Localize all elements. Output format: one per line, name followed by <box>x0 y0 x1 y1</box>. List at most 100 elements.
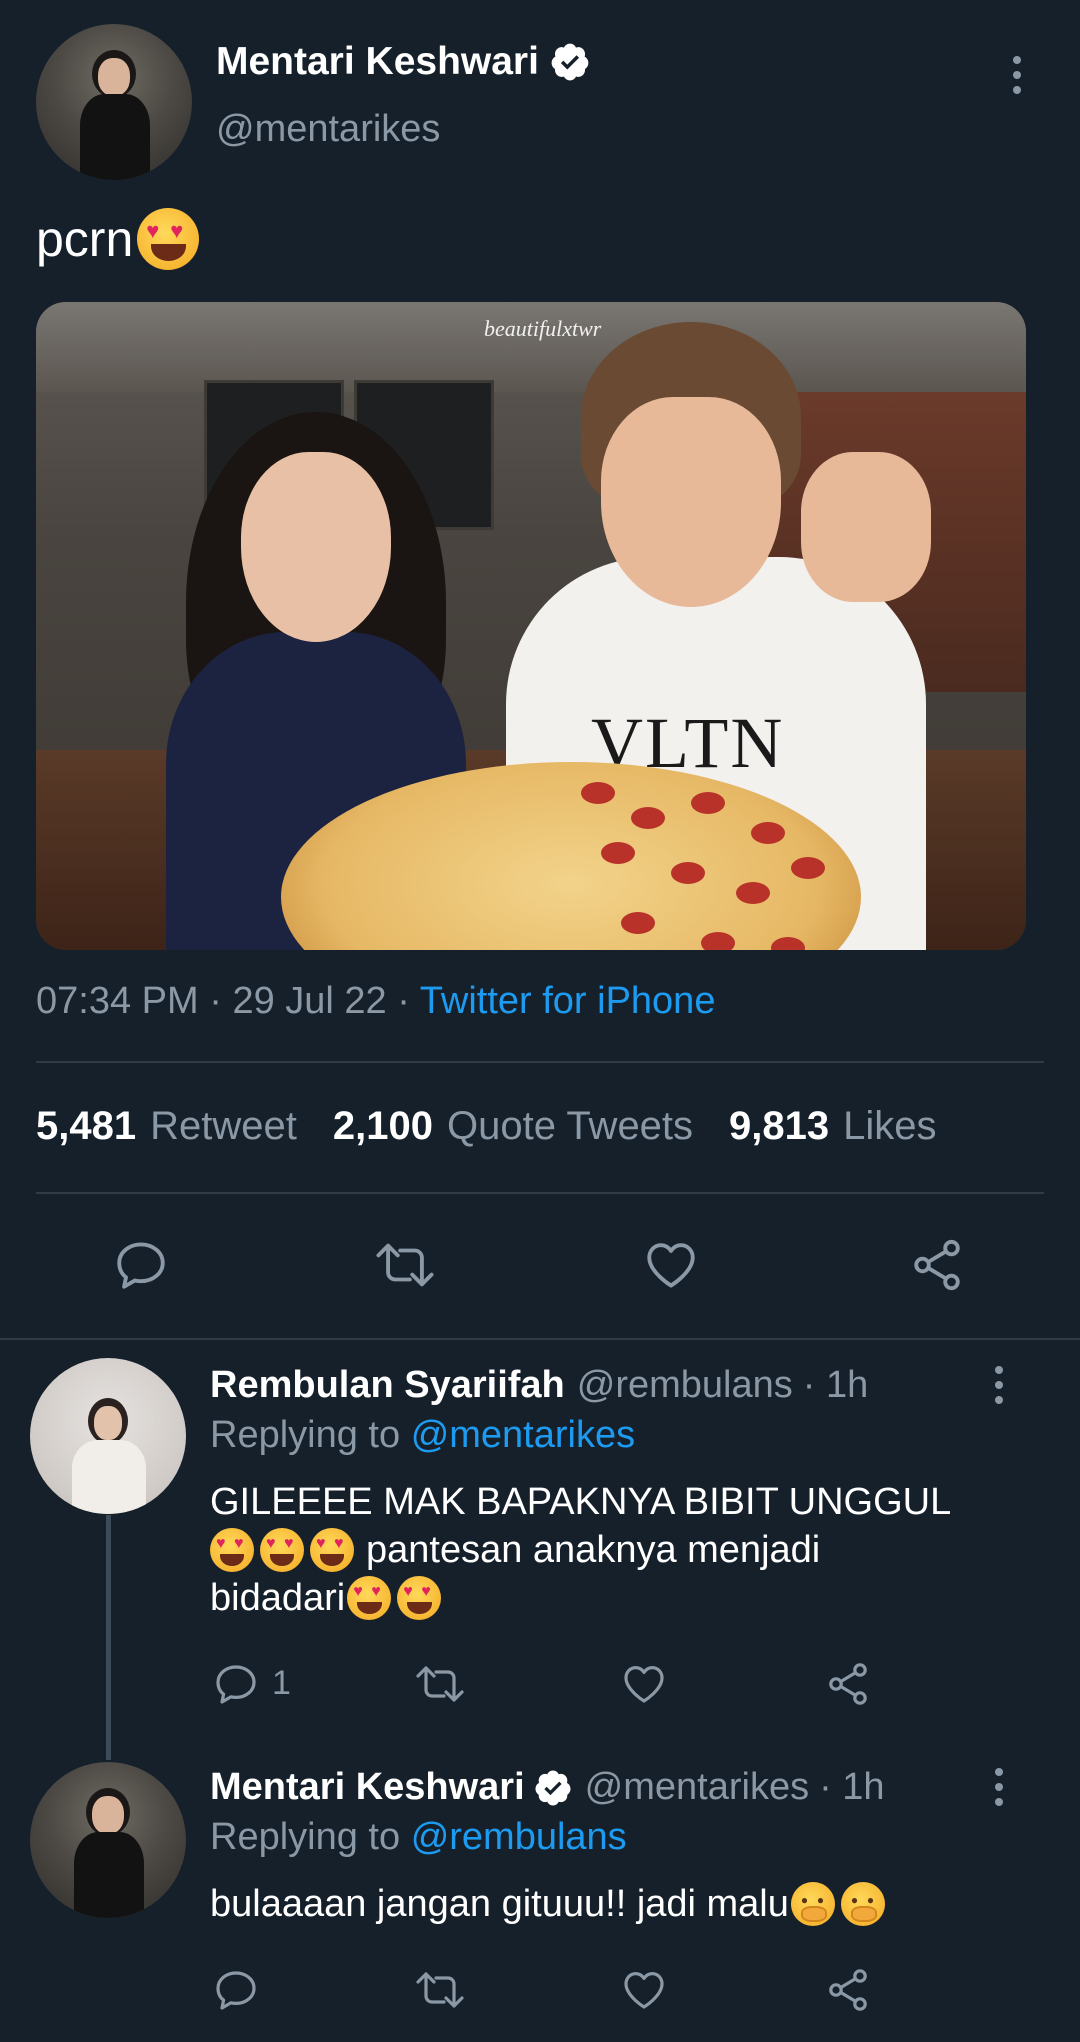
face-with-hand-over-mouth-emoji-icon: ● ● <box>790 1882 835 1926</box>
retweets-stat[interactable]: 5,481 Retweet <box>36 1104 297 1149</box>
reply-icon <box>117 1242 165 1289</box>
reply-text-line: bidadari ♥ ♥ ♥ ♥ <box>210 1574 1010 1622</box>
tweet-meta: 07:34 PM · 29 Jul 22 · Twitter for iPhon… <box>36 980 715 1023</box>
reply-button[interactable] <box>112 1236 170 1294</box>
reply-icon <box>216 1971 256 2010</box>
tweet-text: pcrn ♥ ♥ <box>36 208 200 270</box>
reply-text: bulaaaan jangan gituuu!! jadi malu ● ● ●… <box>210 1880 1010 1928</box>
share-button[interactable] <box>824 1660 872 1708</box>
retweet-icon <box>376 1243 434 1287</box>
like-icon <box>647 1243 695 1288</box>
replying-to: Replying to @rembulans <box>210 1816 627 1859</box>
reply-author-name[interactable]: Mentari Keshwari <box>210 1766 525 1809</box>
quotes-label: Quote Tweets <box>446 1104 694 1148</box>
more-options-button[interactable] <box>1002 50 1032 100</box>
share-icon <box>914 1239 960 1291</box>
reply-button[interactable] <box>212 1966 260 2014</box>
replying-to-prefix: Replying to <box>210 1816 401 1858</box>
reply-more-options-button[interactable] <box>984 1360 1014 1410</box>
reply-author-handle[interactable]: @mentarikes <box>585 1766 809 1809</box>
tweet-source-link[interactable]: Twitter for iPhone <box>420 980 716 1022</box>
reply-more-options-button[interactable] <box>984 1762 1014 1812</box>
reply-author-avatar[interactable] <box>30 1762 186 1918</box>
verified-badge-icon <box>535 1770 571 1805</box>
retweet-button[interactable] <box>372 1236 438 1294</box>
like-icon <box>624 1972 664 2009</box>
retweet-icon <box>416 1972 464 2008</box>
replying-to-mention[interactable]: @mentarikes <box>411 1414 635 1456</box>
tweet-time: 07:34 PM <box>36 980 199 1022</box>
photo-person-hand <box>801 452 931 602</box>
verified-badge-icon <box>551 43 589 81</box>
reply-text-line: GILEEEE MAK BAPAKNYA BIBIT UNGGUL <box>210 1481 952 1523</box>
share-icon <box>829 1663 867 1705</box>
tweet-photo[interactable]: VLTN beautifulxtwr <box>36 302 1026 950</box>
dot-icon <box>995 1798 1003 1806</box>
reply-icon <box>216 1665 256 1704</box>
reply-text-segment: pantesan anaknya menjadi <box>366 1529 821 1571</box>
dot-icon <box>995 1768 1003 1776</box>
retweet-button[interactable] <box>412 1660 468 1708</box>
dot-icon <box>995 1783 1003 1791</box>
likes-stat[interactable]: 9,813 Likes <box>729 1104 937 1149</box>
thread-line <box>106 1515 111 1760</box>
quotes-count: 2,100 <box>332 1104 433 1148</box>
meta-separator: · <box>209 980 222 1022</box>
reply-button[interactable] <box>212 1660 260 1708</box>
reply-text-line: ♥ ♥ ♥ ♥ ♥ ♥ pantesan anaknya menjadi <box>210 1526 1010 1574</box>
heart-eyes-emoji-icon: ♥ ♥ <box>347 1576 392 1620</box>
reply-count: 1 <box>272 1664 291 1702</box>
heart-eyes-emoji-icon: ♥ ♥ <box>397 1576 442 1620</box>
reply-header: Mentari Keshwari @mentarikes · 1h <box>210 1766 885 1809</box>
reply-time: · 1h <box>819 1766 885 1808</box>
meta-separator: · <box>397 980 410 1022</box>
share-button[interactable] <box>908 1236 966 1294</box>
likes-count: 9,813 <box>729 1104 830 1148</box>
retweets-label: Retweet <box>150 1104 297 1148</box>
photo-person-face <box>241 452 391 642</box>
share-button[interactable] <box>824 1966 872 2014</box>
dot-icon <box>1013 86 1021 94</box>
tweet-date: 29 Jul 22 <box>232 980 387 1022</box>
reply-text-segment: bidadari <box>210 1577 346 1619</box>
heart-eyes-emoji-icon: ♥ ♥ <box>310 1528 354 1572</box>
share-icon <box>829 1969 867 2011</box>
tweet-detail-screen: Mentari Keshwari @mentarikes pcrn ♥ ♥ VL… <box>0 0 1080 2042</box>
reply-text: GILEEEE MAK BAPAKNYA BIBIT UNGGUL ♥ ♥ ♥ ♥ … <box>210 1478 1010 1622</box>
reply-author-avatar[interactable] <box>30 1358 186 1514</box>
like-button[interactable] <box>642 1236 700 1294</box>
retweets-count: 5,481 <box>36 1104 137 1148</box>
photo-person-face <box>601 397 781 607</box>
author-handle[interactable]: @mentarikes <box>216 108 440 151</box>
author-avatar[interactable] <box>36 24 192 180</box>
divider <box>36 1192 1044 1194</box>
dot-icon <box>1013 56 1021 64</box>
like-icon <box>624 1666 664 1703</box>
divider <box>36 1061 1044 1063</box>
section-divider <box>0 1338 1080 1340</box>
heart-eyes-emoji-icon: ♥ ♥ <box>260 1528 304 1572</box>
like-button[interactable] <box>620 1966 668 2014</box>
dot-icon <box>995 1366 1003 1374</box>
author-name-row[interactable]: Mentari Keshwari <box>216 40 591 84</box>
replying-to: Replying to @mentarikes <box>210 1414 635 1457</box>
retweet-button[interactable] <box>412 1966 468 2014</box>
reply-author-handle[interactable]: @rembulans <box>577 1364 793 1407</box>
replying-to-prefix: Replying to <box>210 1414 401 1456</box>
retweet-icon <box>416 1666 464 1702</box>
reply-header: Rembulan Syariifah @rembulans · 1h <box>210 1364 868 1407</box>
dot-icon <box>995 1396 1003 1404</box>
like-button[interactable] <box>620 1660 668 1708</box>
replying-to-mention[interactable]: @rembulans <box>411 1816 627 1858</box>
dot-icon <box>995 1381 1003 1389</box>
reply-author-name[interactable]: Rembulan Syariifah <box>210 1364 565 1407</box>
dot-icon <box>1013 71 1021 79</box>
heart-eyes-emoji-icon: ♥ ♥ <box>137 208 200 270</box>
reply-time: · 1h <box>802 1364 869 1406</box>
tweet-stats: 5,481 Retweet 2,100 Quote Tweets 9,813 Like… <box>36 1104 937 1149</box>
quotes-stat[interactable]: 2,100 Quote Tweets <box>333 1104 693 1149</box>
author-name[interactable]: Mentari Keshwari <box>216 40 539 84</box>
reply-text-content: bulaaaan jangan gituuu!! jadi malu <box>210 1883 789 1925</box>
photo-watermark: beautifulxtwr <box>484 316 602 341</box>
likes-label: Likes <box>843 1104 937 1148</box>
